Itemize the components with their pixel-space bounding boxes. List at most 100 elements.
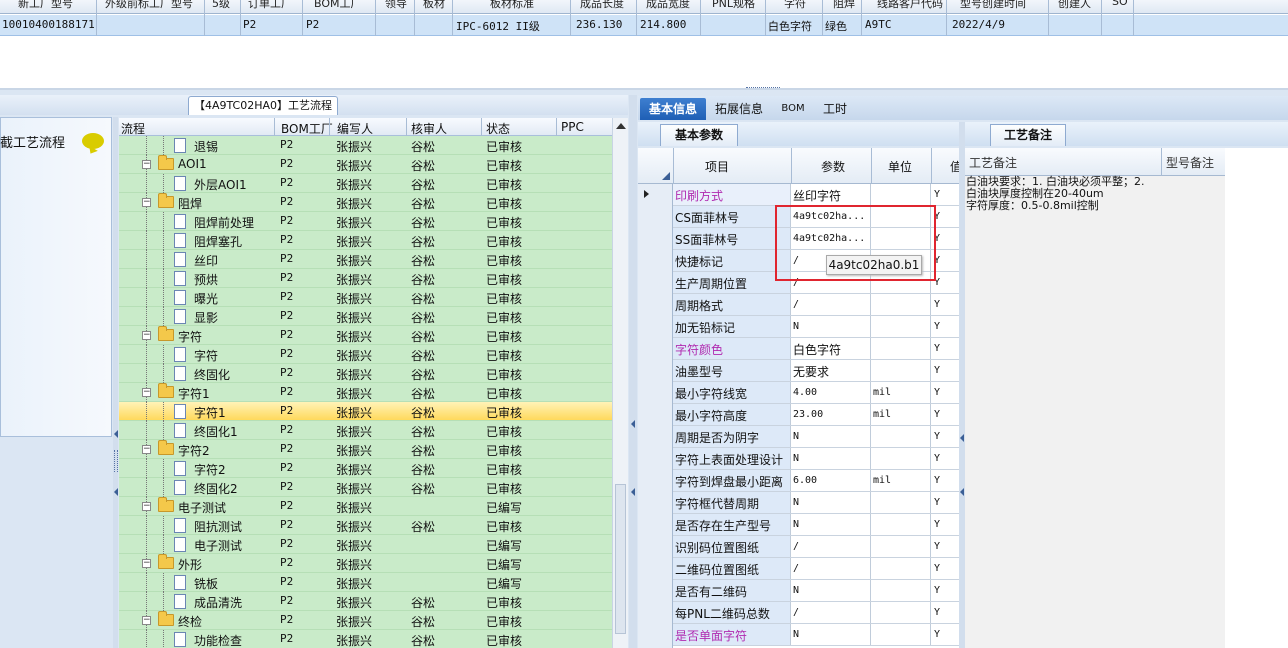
col-header[interactable]: 5级: [212, 0, 230, 11]
tab-bom[interactable]: BOM: [778, 98, 808, 120]
collapse-node-icon[interactable]: −: [142, 160, 151, 169]
scroll-up-icon[interactable]: [616, 123, 626, 129]
chat-bubble-icon[interactable]: [82, 133, 104, 149]
col-header[interactable]: 线路客户代码: [877, 0, 943, 11]
tree-item-row[interactable]: 阻焊前处理 P2 张振兴 谷松 已审核: [119, 212, 612, 231]
tree-folder-row[interactable]: − 字符2 P2 张振兴 谷松 已审核: [119, 440, 612, 459]
nav-title[interactable]: 截工艺流程: [0, 132, 65, 151]
param-row[interactable]: 周期格式 / Y: [673, 294, 959, 316]
notes-col-header[interactable]: 型号备注: [1166, 154, 1214, 171]
tree-folder-row[interactable]: − AOI1 P2 张振兴 谷松 已审核: [119, 155, 612, 174]
tree-folder-row[interactable]: − 外形 P2 张振兴 已编写: [119, 554, 612, 573]
collapse-node-icon[interactable]: −: [142, 616, 151, 625]
tree-col-header[interactable]: 编写人: [337, 120, 373, 137]
tab-basic-info[interactable]: 基本信息: [640, 98, 706, 120]
col-header[interactable]: 板材标准: [490, 0, 534, 11]
tree-item-row[interactable]: 成品清洗 P2 张振兴 谷松 已审核: [119, 592, 612, 611]
col-header[interactable]: 阻焊: [833, 0, 855, 11]
grid-col-header[interactable]: 单位: [888, 158, 912, 175]
collapse-icon[interactable]: [960, 434, 964, 442]
col-header[interactable]: 领导: [385, 0, 407, 11]
grid-col-header[interactable]: 参数: [821, 158, 845, 175]
param-row[interactable]: 是否单面字符 N Y: [673, 624, 959, 646]
param-row[interactable]: 字符颜色 白色字符 Y: [673, 338, 959, 360]
collapse-node-icon[interactable]: −: [142, 445, 151, 454]
tab-work-hours[interactable]: 工时: [818, 98, 852, 120]
param-value[interactable]: N: [791, 448, 871, 469]
tree-folder-row[interactable]: − 阻焊 P2 张振兴 谷松 已审核: [119, 193, 612, 212]
collapse-node-icon[interactable]: −: [142, 559, 151, 568]
param-value[interactable]: N: [791, 426, 871, 447]
param-row[interactable]: 二维码位置图纸 / Y: [673, 558, 959, 580]
tree-col-header[interactable]: 状态: [486, 120, 510, 137]
param-value[interactable]: N: [791, 580, 871, 601]
param-row[interactable]: 识别码位置图纸 / Y: [673, 536, 959, 558]
grid-col-header[interactable]: 值: [950, 158, 959, 175]
col-header[interactable]: SO: [1112, 0, 1128, 8]
tree-item-row[interactable]: 退锡 P2 张振兴 谷松 已审核: [119, 136, 612, 155]
tree-item-row[interactable]: 预烘 P2 张振兴 谷松 已审核: [119, 269, 612, 288]
tree-folder-row[interactable]: − 字符1 P2 张振兴 谷松 已审核: [119, 383, 612, 402]
param-row[interactable]: 周期是否为阴字 N Y: [673, 426, 959, 448]
param-value[interactable]: 无要求: [791, 360, 871, 381]
param-row[interactable]: 字符上表面处理设计 N Y: [673, 448, 959, 470]
collapse-node-icon[interactable]: −: [142, 388, 151, 397]
tree-item-row[interactable]: 字符1 P2 张振兴 谷松 已审核: [119, 402, 612, 421]
param-row[interactable]: 最小字符高度 23.00 mil Y: [673, 404, 959, 426]
tree-col-header[interactable]: PPC: [561, 120, 584, 134]
tree-item-row[interactable]: 电子测试 P2 张振兴 已编写: [119, 535, 612, 554]
notes-col-header[interactable]: 工艺备注: [969, 154, 1017, 171]
tree-col-header[interactable]: BOM工厂: [281, 120, 333, 137]
tree-folder-row[interactable]: − 电子测试 P2 张振兴 已编写: [119, 497, 612, 516]
tree-col-header[interactable]: 核审人: [411, 120, 447, 137]
param-value[interactable]: N: [791, 514, 871, 535]
tree-item-row[interactable]: 丝印 P2 张振兴 谷松 已审核: [119, 250, 612, 269]
param-row[interactable]: 是否存在生产型号 N Y: [673, 514, 959, 536]
param-value[interactable]: 23.00: [791, 404, 871, 425]
tree-item-row[interactable]: 外层AOI1 P2 张振兴 谷松 已审核: [119, 174, 612, 193]
collapse-left-icon[interactable]: [114, 488, 118, 496]
top-grid-row[interactable]: 10010400188171 P2 P2 IPC-6012 II级 236.13…: [0, 15, 1288, 36]
left-vertical-splitter[interactable]: [113, 117, 118, 648]
param-row[interactable]: 字符到焊盘最小距离 6.00 mil Y: [673, 470, 959, 492]
notes-body[interactable]: 白油块要求：1. 白油块必须平整；2. 白油块厚度控制在20-40um 字符厚度…: [965, 176, 1225, 648]
param-value[interactable]: N: [791, 624, 871, 645]
col-header[interactable]: 成品长度: [580, 0, 624, 11]
col-header[interactable]: 新工厂型号: [18, 0, 73, 11]
tree-scrollbar[interactable]: [612, 118, 628, 648]
collapse-node-icon[interactable]: −: [142, 331, 151, 340]
tree-item-row[interactable]: 功能检查 P2 张振兴 谷松 已审核: [119, 630, 612, 648]
tree-item-row[interactable]: 显影 P2 张振兴 谷松 已审核: [119, 307, 612, 326]
param-row[interactable]: 每PNL二维码总数 / Y: [673, 602, 959, 624]
tree-item-row[interactable]: 阻焊塞孔 P2 张振兴 谷松 已审核: [119, 231, 612, 250]
param-value[interactable]: /: [791, 294, 871, 315]
tree-item-row[interactable]: 铣板 P2 张振兴 已编写: [119, 573, 612, 592]
param-value[interactable]: 6.00: [791, 470, 871, 491]
tree-item-row[interactable]: 终固化1 P2 张振兴 谷松 已审核: [119, 421, 612, 440]
tree-item-row[interactable]: 终固化 P2 张振兴 谷松 已审核: [119, 364, 612, 383]
middle-vertical-splitter[interactable]: [629, 95, 637, 648]
splitter-grip-icon[interactable]: [114, 450, 118, 472]
collapse-icon[interactable]: [631, 420, 635, 428]
col-header[interactable]: 字符: [784, 0, 806, 11]
tree-item-row[interactable]: 字符 P2 张振兴 谷松 已审核: [119, 345, 612, 364]
param-value[interactable]: 丝印字符: [791, 184, 871, 205]
col-header[interactable]: 成品宽度: [646, 0, 690, 11]
tree-col-header[interactable]: 流程: [121, 120, 145, 137]
collapse-node-icon[interactable]: −: [142, 502, 151, 511]
param-row[interactable]: 印刷方式 丝印字符 Y: [673, 184, 959, 206]
col-header[interactable]: 型号创建时间: [960, 0, 1026, 11]
tree-item-row[interactable]: 曝光 P2 张振兴 谷松 已审核: [119, 288, 612, 307]
col-header[interactable]: 订单工厂: [248, 0, 292, 11]
col-header[interactable]: PNL规格: [712, 0, 755, 11]
base-params-tab[interactable]: 基本参数: [660, 124, 738, 146]
param-value[interactable]: /: [791, 536, 871, 557]
collapse-icon[interactable]: [631, 488, 635, 496]
collapse-left-icon[interactable]: [114, 430, 118, 438]
process-flow-tab[interactable]: 【4A9TC02HA0】工艺流程: [188, 96, 338, 115]
tree-item-row[interactable]: 字符2 P2 张振兴 谷松 已审核: [119, 459, 612, 478]
param-value[interactable]: N: [791, 316, 871, 337]
process-notes-tab[interactable]: 工艺备注: [990, 124, 1066, 146]
scroll-thumb[interactable]: [615, 484, 626, 634]
param-value[interactable]: N: [791, 492, 871, 513]
